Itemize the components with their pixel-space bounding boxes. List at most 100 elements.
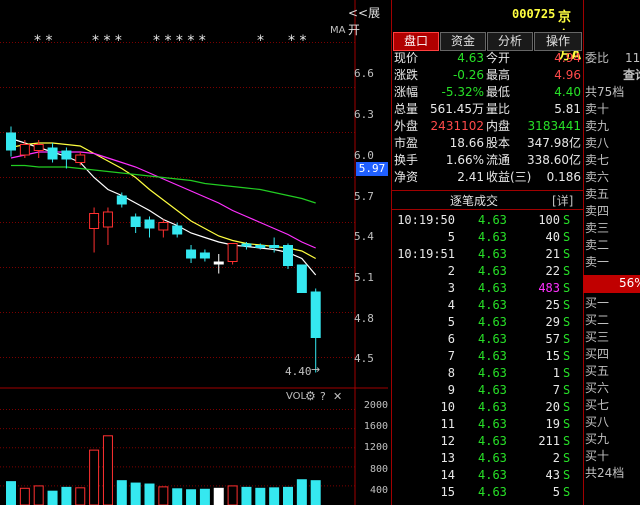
tab-zijin[interactable]: 资金 [440,32,486,51]
quote-value: 347.98亿 [527,136,581,150]
order-book-column: 委比 11 查询 共75档 卖十卖九卖八卖七卖六卖五卖四卖三卖二卖一 56% 买… [583,0,640,505]
sell-level: 卖八 [585,136,610,150]
kline-chart[interactable] [0,0,388,505]
buy-level: 买六 [585,381,610,395]
tab-caozuo[interactable]: 操作 [534,32,582,51]
trade-row: 5 4.63 29 S [392,314,583,331]
buy-level: 买一 [585,296,610,310]
quote-label: 涨幅 [394,85,419,99]
candle-body [227,243,238,262]
trade-price: 4.63 [478,349,507,363]
trade-side: S [563,332,571,346]
help-icon[interactable]: ? [320,390,326,403]
quote-label: 收益(三) [486,170,532,184]
candle-body [172,225,183,235]
trade-volume: 43 [545,468,560,482]
trade-side: S [563,247,571,261]
query-button[interactable]: 查询 [623,67,640,84]
trade-row: 9 4.63 7 S [392,382,583,399]
quote-row: 换手 1.66% 流通 338.60亿 [392,152,583,169]
kline-chart-pane[interactable]: <<展开 MA * * * * * * * * * * * * * 6.6 6.… [0,0,388,505]
candle-body [199,252,210,259]
candle-body [213,261,224,265]
volume-tick: 2000 [363,400,388,411]
candle-body [75,154,86,163]
volume-tick: 800 [369,464,388,475]
trade-time: 3 [447,281,455,295]
quote-label: 股本 [486,136,511,150]
quote-label: 涨跌 [394,68,419,82]
trade-side: S [563,213,571,227]
trade-side: S [563,230,571,244]
trades-detail-link[interactable]: [详] [552,192,573,209]
arrow-right-icon: → [311,363,321,376]
trade-time: 10 [440,400,455,414]
trade-price: 4.63 [478,298,507,312]
trade-price: 4.63 [478,247,507,261]
signal-stars-2: * * * [92,33,122,49]
quote-value: 561.45万 [430,102,484,116]
candle-body [6,132,16,151]
buy-level: 买八 [585,415,610,429]
sell-total: 共75档 [585,85,625,99]
candle-body [130,216,141,227]
signal-stars-5: * * [288,33,307,49]
candle-body [296,264,307,293]
trade-price: 4.63 [478,434,507,448]
trade-row: 2 4.63 22 S [392,263,583,280]
trade-side: S [563,281,571,295]
expand-button[interactable]: <<展开 [348,4,388,38]
trade-price: 4.63 [478,315,507,329]
candle-body [61,150,72,160]
volume-bar [186,489,197,505]
candle-body [89,213,100,229]
candle-body [255,245,266,248]
trade-side: S [563,264,571,278]
trade-volume: 1 [552,366,560,380]
trade-volume: 19 [545,417,560,431]
trade-volume: 2 [552,451,560,465]
panel-tabs: 盘口 资金 分析 操作 [392,30,583,51]
trade-time: 13 [440,451,455,465]
price-tick: 6.6 [354,67,374,80]
buy-level: 买二 [585,313,610,327]
tab-pankou[interactable]: 盘口 [393,32,439,51]
quote-label: 今开 [486,51,511,65]
trade-side: S [563,383,571,397]
candle-body [310,291,321,338]
signal-stars-3: * * * * * [153,33,206,49]
volume-bar [116,480,127,505]
trade-volume: 5 [552,485,560,499]
signal-stars-4: * [257,33,264,49]
close-icon[interactable]: ✕ [333,390,342,403]
trade-time: 12 [440,434,455,448]
trade-volume: 15 [545,349,560,363]
sell-level: 卖十 [585,102,610,116]
quote-label: 换手 [394,153,419,167]
trade-price: 4.63 [478,417,507,431]
ma-label: MA [330,25,346,36]
trade-time: 10:19:50 [397,213,455,227]
trade-time: 9 [447,383,455,397]
trade-volume: 7 [552,383,560,397]
quote-value: 4.96 [554,68,581,82]
quote-row: 涨跌 -0.26 最高 4.96 [392,67,583,84]
quote-row: 涨幅 -5.32% 最低 4.40 [392,84,583,101]
quote-value: -0.26 [452,68,484,82]
tab-fenxi[interactable]: 分析 [487,32,533,51]
volume-bar [269,487,280,505]
quote-value: 2431102 [430,119,484,133]
trade-row: 10:19:50 4.63 100 S [392,212,583,229]
ratio-value: 56% [619,276,640,290]
trade-side: S [563,315,571,329]
trade-price: 4.63 [478,213,507,227]
trade-volume: 22 [545,264,560,278]
trade-row: 13 4.63 2 S [392,450,583,467]
weibi-label: 委比 [585,51,610,65]
trade-row: 4 4.63 25 S [392,297,583,314]
trade-price: 4.63 [478,451,507,465]
trade-price: 4.63 [478,468,507,482]
trade-time: 6 [447,332,455,346]
trade-price: 4.63 [478,264,507,278]
gear-icon[interactable]: ⚙ [305,389,316,403]
